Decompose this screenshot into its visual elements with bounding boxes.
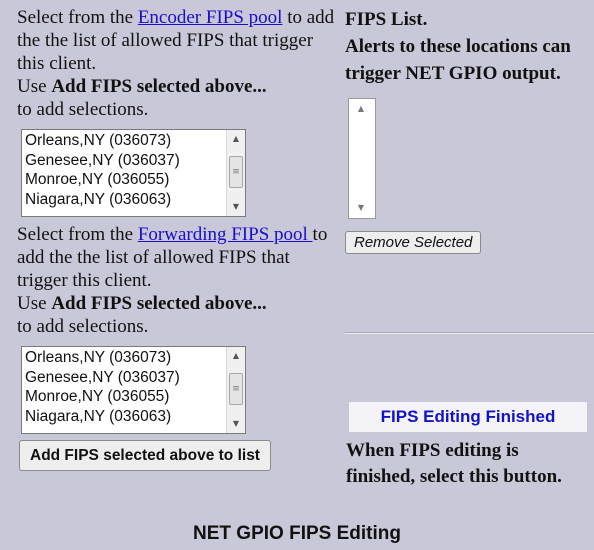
encoder-instructions: Select from the Encoder FIPS pool to add… (17, 6, 343, 121)
scroll-down-icon[interactable]: ▼ (227, 199, 245, 215)
encoder-use-bold: Add FIPS selected above... (51, 76, 267, 97)
forwarding-use-prefix: Use (17, 293, 52, 314)
page-title: NET GPIO FIPS Editing (193, 523, 401, 544)
list-item[interactable]: Monroe,NY (036055) (25, 170, 226, 190)
forwarding-instructions: Select from the Forwarding FIPS pool to … (17, 223, 343, 338)
forwarding-fips-pool-link[interactable]: Forwarding FIPS pool (138, 224, 313, 245)
add-fips-button[interactable]: Add FIPS selected above to list (19, 440, 271, 471)
scroll-up-icon[interactable]: ▲ (227, 348, 245, 364)
list-item[interactable]: Genesee,NY (036037) (25, 151, 226, 171)
fips-editing-finished-button[interactable]: FIPS Editing Finished (349, 402, 587, 432)
scrollbar[interactable]: ▲ ≡ ▼ (226, 130, 245, 216)
list-item[interactable]: Niagara,NY (036063) (25, 407, 226, 427)
right-column: FIPS List. Alerts to these locations can… (345, 6, 594, 487)
encoder-text-before: Select from the (17, 7, 138, 28)
forwarding-use-bold: Add FIPS selected above... (51, 293, 267, 314)
forwarding-text-before: Select from the (17, 224, 138, 245)
encoder-fips-pool-link[interactable]: Encoder FIPS pool (138, 7, 283, 28)
remove-selected-button[interactable]: Remove Selected (345, 231, 482, 254)
encoder-use-suffix: to add selections. (17, 99, 149, 120)
scroll-down-icon[interactable]: ▼ (349, 200, 373, 216)
divider (345, 332, 594, 334)
fips-list-description: Alerts to these locations can trigger NE… (345, 36, 571, 84)
encoder-use-prefix: Use (17, 76, 52, 97)
finished-instructions: When FIPS editing is finished, select th… (346, 440, 562, 487)
fips-list-title: FIPS List. (345, 9, 428, 30)
forwarding-use-suffix: to add selections. (17, 316, 149, 337)
scroll-down-icon[interactable]: ▼ (227, 416, 245, 432)
list-item[interactable]: Niagara,NY (036063) (25, 190, 226, 210)
scrollbar[interactable]: ▲ ≡ ▼ (226, 347, 245, 433)
list-item[interactable]: Genesee,NY (036037) (25, 368, 226, 388)
list-item[interactable]: Monroe,NY (036055) (25, 387, 226, 407)
scroll-up-icon[interactable]: ▲ (349, 101, 373, 117)
scroll-thumb-icon[interactable]: ≡ (229, 373, 243, 405)
encoder-fips-listbox[interactable]: Orleans,NY (036073) Genesee,NY (036037) … (21, 129, 246, 217)
scroll-thumb-icon[interactable]: ≡ (229, 156, 243, 188)
scroll-up-icon[interactable]: ▲ (227, 131, 245, 147)
fips-listbox[interactable]: ▲ ▼ (348, 98, 376, 219)
fips-list-heading: FIPS List. Alerts to these locations can… (345, 6, 594, 87)
list-item[interactable]: Orleans,NY (036073) (25, 348, 226, 368)
list-item[interactable]: Orleans,NY (036073) (25, 131, 226, 151)
left-column: Select from the Encoder FIPS pool to add… (17, 6, 343, 471)
forwarding-fips-listbox[interactable]: Orleans,NY (036073) Genesee,NY (036037) … (21, 346, 246, 434)
